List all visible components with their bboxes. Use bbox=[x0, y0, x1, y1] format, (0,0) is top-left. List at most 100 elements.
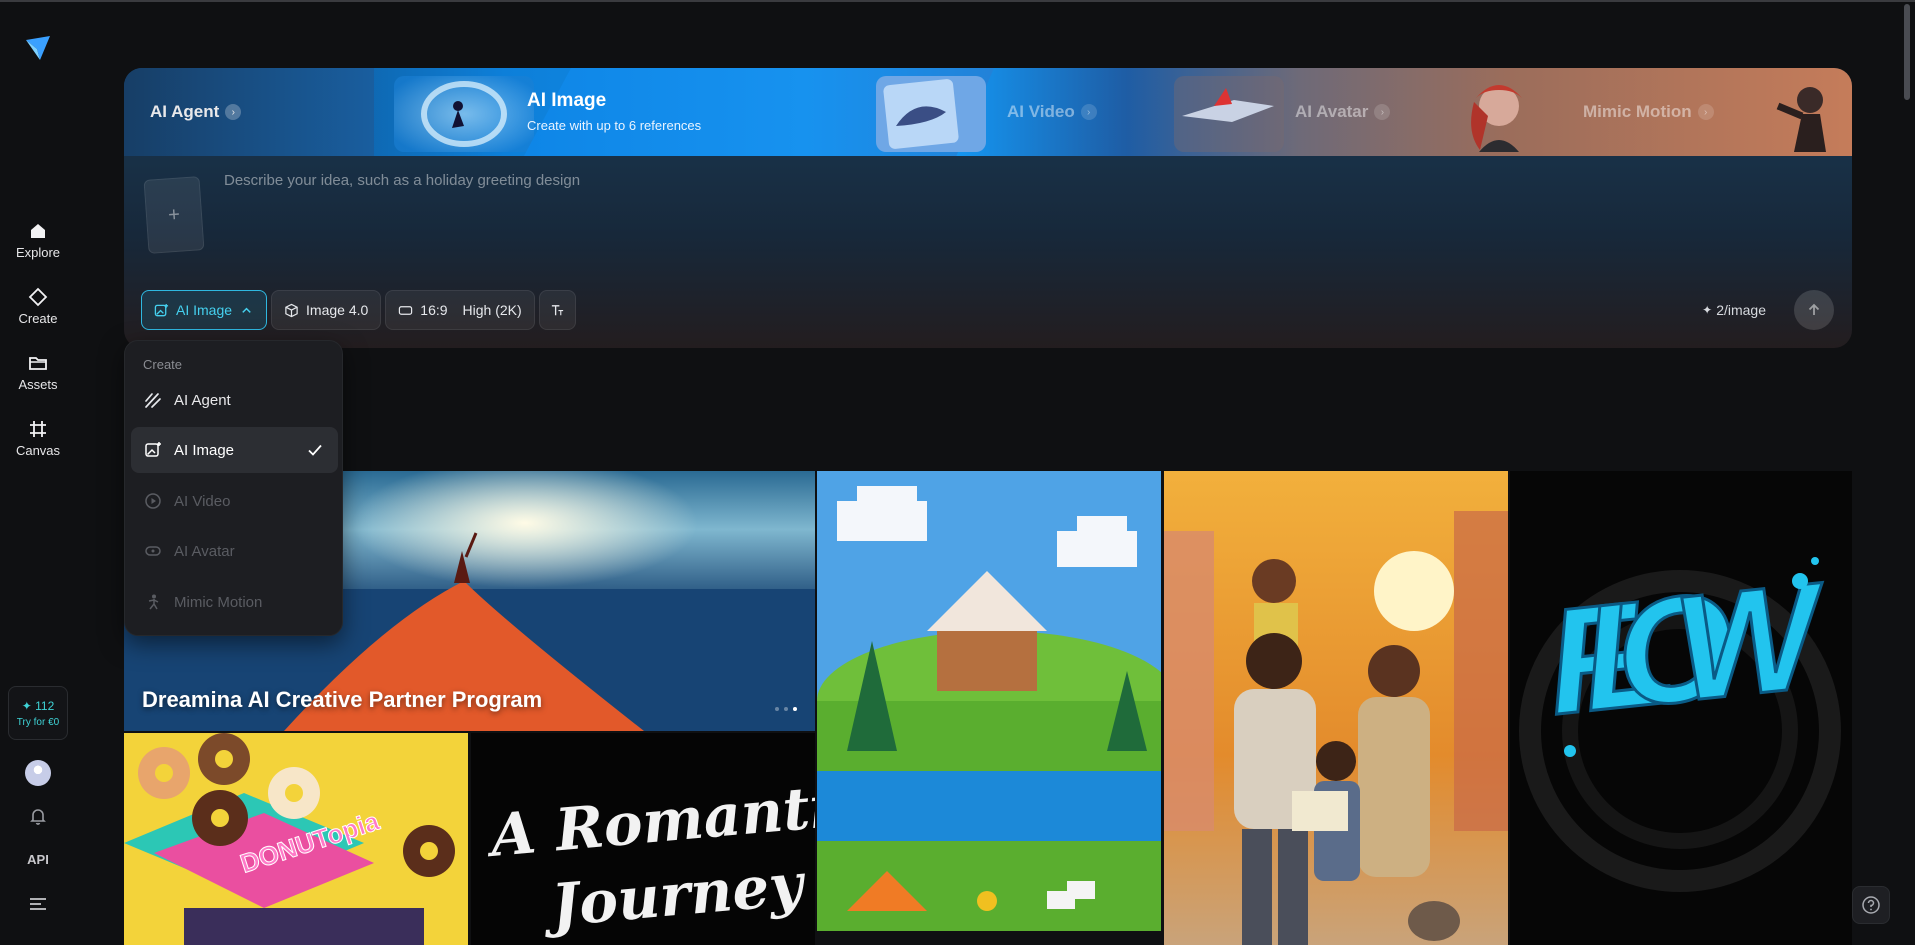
image-plus-icon bbox=[154, 303, 169, 316]
credits-count: ✦ 112 bbox=[21, 698, 55, 713]
chevron-right-icon: › bbox=[1697, 104, 1714, 120]
prompt-area: + AI Image Image 4.0 16:9 High (2K) ✦ bbox=[124, 156, 1852, 348]
nav-explore[interactable]: Explore bbox=[0, 212, 76, 268]
dropdown-item-ai-video: AI Video bbox=[131, 478, 338, 524]
cube-icon bbox=[285, 303, 298, 317]
avatar[interactable] bbox=[25, 760, 51, 786]
ai-avatar-thumbnail bbox=[1174, 76, 1284, 152]
dropdown-item-label: AI Avatar bbox=[174, 542, 235, 560]
tab-ai-agent-label: AI Agent bbox=[150, 102, 220, 121]
credits-button[interactable]: ✦ 112 Try for €0 bbox=[8, 686, 68, 740]
diamond-icon bbox=[28, 287, 48, 306]
quality-label: High (2K) bbox=[462, 302, 522, 318]
dreamina-logo-icon[interactable] bbox=[24, 34, 52, 62]
nav-create-label: Create bbox=[18, 310, 58, 326]
mode-select-label: AI Image bbox=[176, 302, 233, 318]
ai-video-thumbnail bbox=[876, 76, 986, 152]
dropdown-item-mimic-motion: Mimic Motion bbox=[131, 579, 338, 625]
top-border bbox=[0, 0, 1915, 2]
nav-assets[interactable]: Assets bbox=[0, 344, 76, 400]
api-link[interactable]: API bbox=[0, 852, 76, 867]
add-reference-button[interactable]: + bbox=[143, 176, 205, 254]
model-select-button[interactable]: Image 4.0 bbox=[271, 290, 382, 330]
tab-ai-video[interactable]: AI Video › bbox=[1007, 68, 1097, 156]
motion-icon bbox=[148, 594, 159, 610]
home-icon bbox=[31, 223, 45, 238]
sparkle-icon: ✦ bbox=[1702, 303, 1713, 317]
tab-ai-avatar-label: AI Avatar bbox=[1295, 102, 1369, 121]
tab-ai-image[interactable]: AI Image Create with up to 6 references bbox=[527, 90, 701, 133]
gallery-card-pixel-landscape[interactable] bbox=[817, 471, 1161, 931]
help-button[interactable] bbox=[1852, 886, 1890, 924]
nav-canvas[interactable]: Canvas bbox=[0, 410, 76, 466]
romantic-journey-image: A Romantic Journey bbox=[471, 733, 815, 945]
dropdown-item-ai-image[interactable]: AI Image bbox=[131, 427, 338, 473]
bell-icon[interactable] bbox=[28, 806, 48, 826]
folder-icon bbox=[29, 356, 47, 370]
dropdown-item-ai-agent[interactable]: AI Agent bbox=[131, 377, 338, 423]
chevron-right-icon: › bbox=[225, 104, 242, 120]
tab-ai-avatar[interactable]: AI Avatar › bbox=[1295, 68, 1391, 156]
text-settings-button[interactable] bbox=[538, 290, 576, 330]
chevron-right-icon: › bbox=[1374, 104, 1391, 120]
agent-icon bbox=[145, 393, 161, 408]
dropdown-item-ai-avatar: AI Avatar bbox=[131, 528, 338, 574]
tab-ai-video-label: AI Video bbox=[1007, 102, 1075, 121]
chevron-up-icon bbox=[242, 307, 251, 313]
arrow-up-icon bbox=[1808, 303, 1820, 315]
video-icon bbox=[145, 493, 161, 509]
tab-ai-agent[interactable]: AI Agent › bbox=[150, 68, 242, 156]
generation-toolbar: AI Image Image 4.0 16:9 High (2K) bbox=[141, 290, 576, 330]
dropdown-item-label: AI Image bbox=[174, 441, 235, 459]
mode-select-button[interactable]: AI Image bbox=[141, 290, 268, 330]
mimic-motion-thumbnail bbox=[1471, 85, 1522, 152]
tab-ai-image-subtitle: Create with up to 6 references bbox=[527, 118, 702, 133]
image-plus-icon bbox=[145, 442, 161, 457]
check-icon bbox=[308, 444, 322, 456]
gallery-card-donut[interactable]: DONUTopia bbox=[124, 733, 468, 945]
tab-ai-image-title: AI Image bbox=[527, 90, 607, 111]
credits-value: 112 bbox=[35, 698, 55, 713]
nav-canvas-label: Canvas bbox=[15, 442, 61, 458]
banner-title: Dreamina AI Creative Partner Program bbox=[142, 687, 543, 712]
mimic-motion-dancer-thumbnail bbox=[1776, 87, 1826, 152]
menu-icon[interactable] bbox=[29, 896, 47, 912]
mode-dropdown: Create AI Agent AI Image AI Video AI Ava… bbox=[124, 340, 343, 636]
page-scrollbar[interactable] bbox=[1904, 4, 1910, 100]
ratio-quality-button[interactable]: 16:9 High (2K) bbox=[385, 290, 535, 330]
nav-create[interactable]: Create bbox=[0, 278, 76, 334]
tab-mimic-motion[interactable]: Mimic Motion › bbox=[1583, 68, 1714, 156]
carousel-dots[interactable] bbox=[775, 707, 797, 711]
nav-explore-label: Explore bbox=[15, 244, 61, 260]
inspiration-gallery: Dreamina AI Creative Partner Program DON… bbox=[124, 471, 1852, 945]
family-walk-image bbox=[1164, 471, 1508, 945]
mode-tabs: AI Agent › AI Image Create with up to 6 … bbox=[124, 68, 1852, 156]
ratio-label: 16:9 bbox=[420, 302, 448, 318]
generate-button[interactable] bbox=[1794, 290, 1834, 330]
dropdown-header: Create bbox=[143, 357, 183, 372]
donut-shop-image: DONUTopia bbox=[124, 733, 468, 945]
pixel-landscape-image bbox=[817, 471, 1161, 931]
chevron-right-icon: › bbox=[1080, 104, 1097, 120]
cost-label: 2/image bbox=[1716, 302, 1766, 318]
avatar-icon bbox=[145, 546, 161, 556]
gallery-card-romantic-journey[interactable]: A Romantic Journey bbox=[471, 733, 815, 945]
cost-indicator: ✦ 2/image bbox=[1702, 302, 1766, 318]
canvas-icon bbox=[30, 420, 46, 437]
gallery-card-family-walk[interactable] bbox=[1164, 471, 1508, 945]
model-select-label: Image 4.0 bbox=[306, 302, 369, 318]
gallery-card-flow[interactable]: FLOW bbox=[1510, 471, 1852, 945]
dropdown-item-label: AI Video bbox=[174, 492, 231, 510]
text-size-icon bbox=[551, 304, 563, 315]
aspect-ratio-icon bbox=[399, 305, 413, 315]
flow-graffiti-image: FLOW bbox=[1510, 471, 1852, 945]
dropdown-item-label: Mimic Motion bbox=[174, 593, 263, 611]
tab-mimic-motion-label: Mimic Motion bbox=[1583, 102, 1692, 121]
help-icon bbox=[1862, 896, 1880, 914]
creation-panel: AI Agent › AI Image Create with up to 6 … bbox=[124, 68, 1852, 348]
try-free-label: Try for €0 bbox=[16, 716, 60, 728]
prompt-input[interactable] bbox=[224, 172, 1724, 252]
dropdown-item-label: AI Agent bbox=[174, 391, 231, 409]
ai-image-thumbnail bbox=[394, 76, 534, 152]
sidebar: Explore Create Assets Canvas ✦ 112 Try f… bbox=[0, 2, 76, 945]
